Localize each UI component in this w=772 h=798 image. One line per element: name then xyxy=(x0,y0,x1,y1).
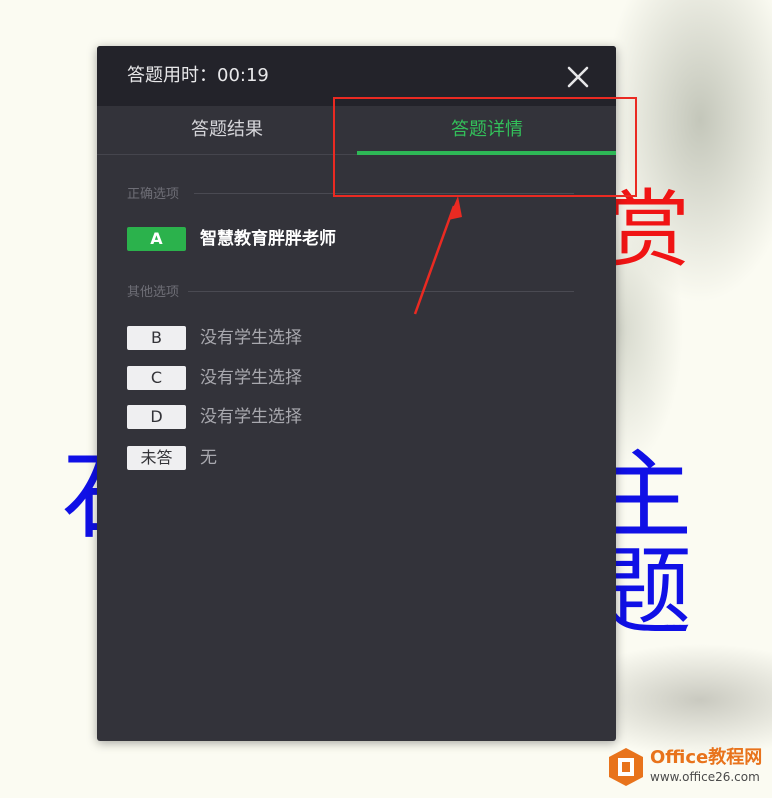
correct-option-text: 智慧教育胖胖老师 xyxy=(200,229,336,249)
watermark-logo: Office教程网 www.office26.com xyxy=(606,745,772,791)
close-icon xyxy=(567,66,589,88)
answer-time-label: 答题用时：00:19 xyxy=(127,65,269,86)
annotation-highlight-box xyxy=(333,97,637,197)
other-options-label: 其他选项 xyxy=(127,285,180,300)
option-text-b: 没有学生选择 xyxy=(200,328,302,348)
tab-answer-result[interactable]: 答题结果 xyxy=(97,106,357,154)
correct-options-label: 正确选项 xyxy=(127,187,180,202)
background-red-text: 赏 xyxy=(606,181,691,279)
watermark-url: www.office26.com xyxy=(650,770,760,784)
option-text-d: 没有学生选择 xyxy=(200,407,302,427)
annotation-arrow-icon xyxy=(413,196,462,315)
correct-option-badge: A xyxy=(127,227,186,251)
option-text-c: 没有学生选择 xyxy=(200,368,302,388)
background-blue-text-right: 主题 xyxy=(596,440,692,648)
office-logo-icon xyxy=(609,748,643,786)
option-badge-b: B xyxy=(127,326,186,350)
section-divider xyxy=(188,291,574,292)
close-button[interactable] xyxy=(564,63,592,91)
option-badge-d: D xyxy=(127,405,186,429)
option-badge-unanswered: 未答 xyxy=(127,446,186,470)
watermark-title: Office教程网 xyxy=(650,747,763,768)
option-badge-c: C xyxy=(127,366,186,390)
option-text-unanswered: 无 xyxy=(200,448,217,468)
